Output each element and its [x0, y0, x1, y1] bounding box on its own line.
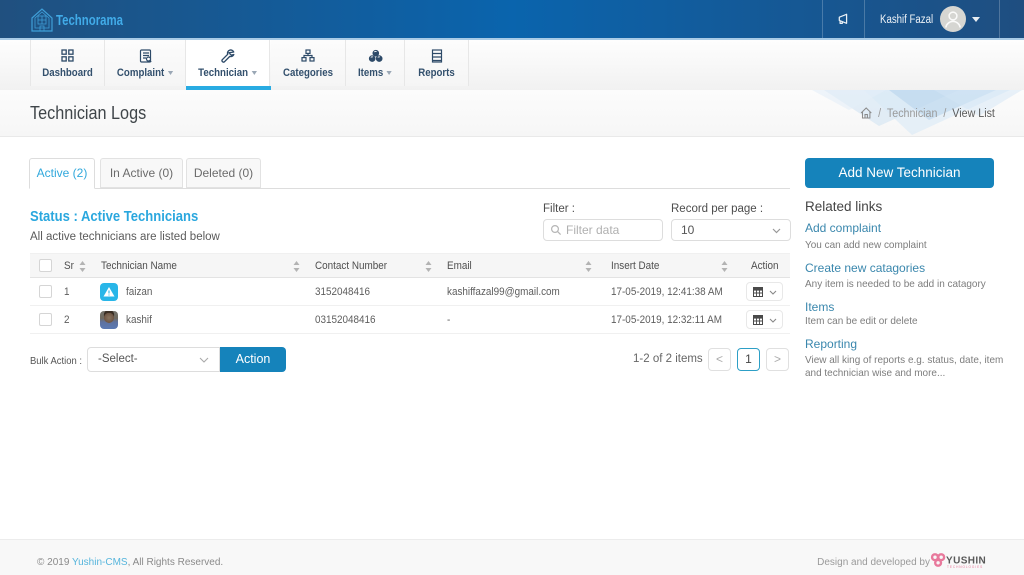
svg-text:TECHNOLOGIES: TECHNOLOGIES [947, 565, 983, 569]
